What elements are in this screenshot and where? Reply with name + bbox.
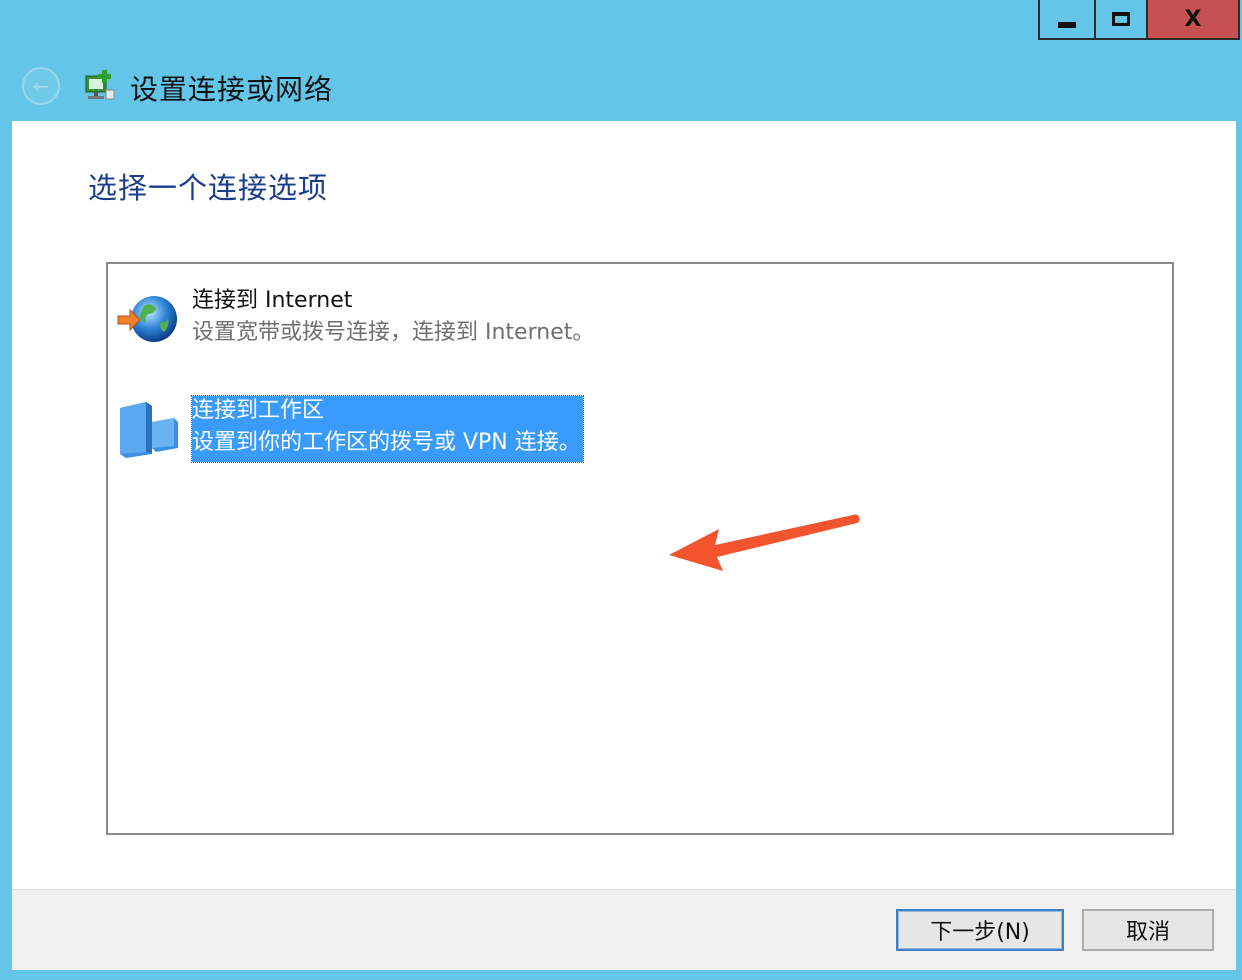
option-workplace-title: 连接到工作区 (192, 398, 325, 423)
option-connect-workplace[interactable]: 连接到工作区 设置到你的工作区的拨号或 VPN 连接。 (116, 395, 584, 463)
maximize-button[interactable] (1096, 0, 1148, 38)
option-internet-description: 设置宽带或拨号连接，连接到 Internet。 (192, 320, 595, 345)
window-title: 设置连接或网络 (130, 73, 334, 106)
maximize-icon (1112, 12, 1130, 26)
next-button[interactable]: 下一步(N) (896, 909, 1064, 951)
page-heading: 选择一个连接选项 (88, 171, 329, 205)
back-button[interactable]: ← (22, 67, 60, 105)
workplace-icon (120, 402, 178, 458)
option-internet-title: 连接到 Internet (192, 288, 353, 313)
minimize-button[interactable] (1040, 0, 1096, 38)
network-setup-icon (85, 70, 115, 100)
back-arrow-icon: ← (32, 74, 50, 98)
close-icon: X (1184, 6, 1202, 32)
dialog-footer: 下一步(N) 取消 (12, 889, 1236, 970)
minimize-icon (1058, 22, 1076, 28)
option-workplace-description: 设置到你的工作区的拨号或 VPN 连接。 (192, 430, 581, 455)
dialog-content: 选择一个连接选项 连接到 Internet 设置宽带或拨号连接，连接到 Inte… (12, 121, 1236, 889)
annotation-arrow-icon (669, 514, 860, 571)
option-connect-internet[interactable]: 连接到 Internet 设置宽带或拨号连接，连接到 Internet。 (116, 286, 594, 352)
cancel-button[interactable]: 取消 (1082, 909, 1214, 951)
globe-connect-icon (117, 296, 177, 342)
window-caption-buttons: X (1038, 0, 1240, 40)
connection-options-list: 连接到 Internet 设置宽带或拨号连接，连接到 Internet。 连接到… (106, 262, 1174, 835)
close-button[interactable]: X (1148, 0, 1238, 38)
